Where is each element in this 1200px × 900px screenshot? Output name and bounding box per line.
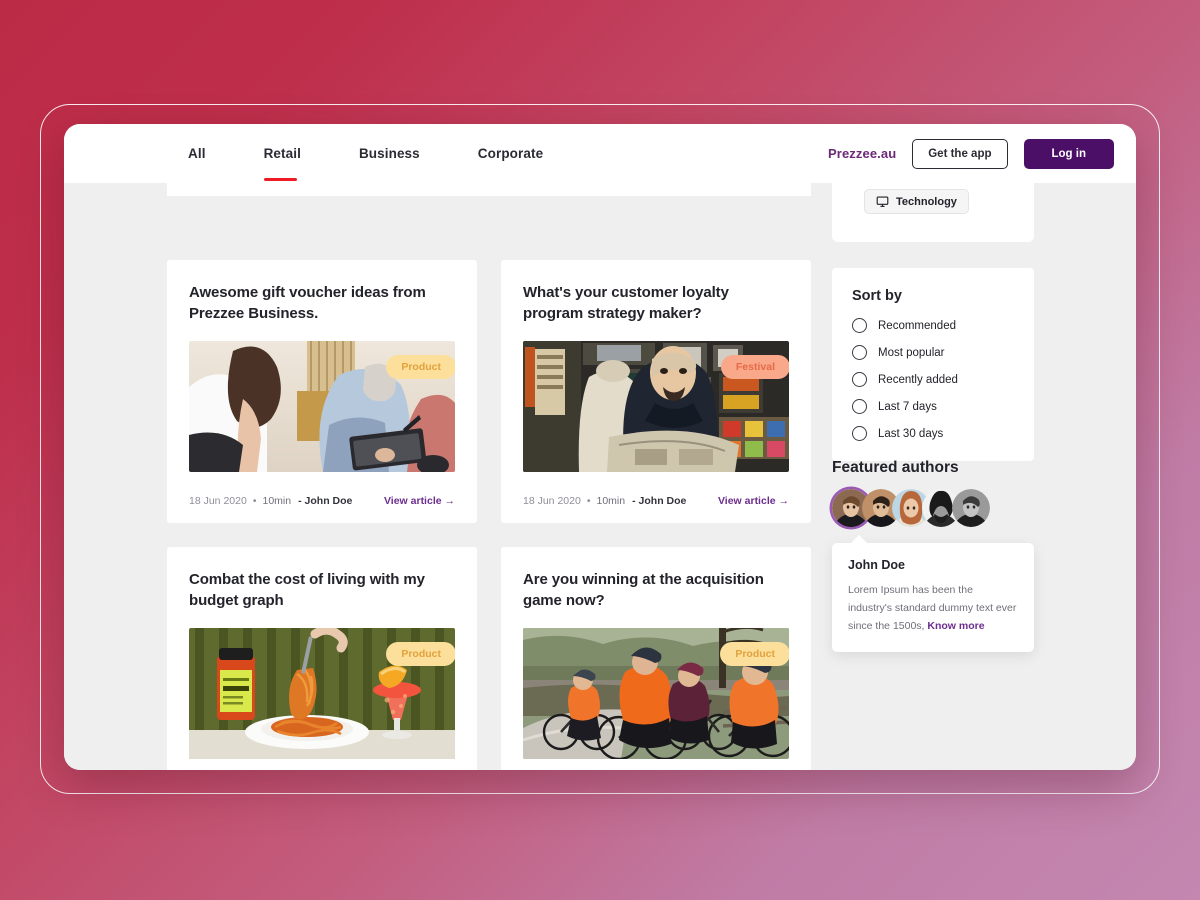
article-date: 18 Jun 2020	[523, 495, 581, 507]
nav-tab-business[interactable]: Business	[359, 146, 448, 161]
sort-option-label: Most popular	[878, 346, 945, 359]
article-badge: Product	[386, 355, 455, 379]
top-navbar: All Retail Business Corporate Prezzee.au…	[64, 124, 1136, 183]
featured-authors-title: Featured authors	[832, 459, 959, 476]
know-more-link[interactable]: Know more	[927, 620, 984, 632]
article-title: Awesome gift voucher ideas from Prezzee …	[189, 284, 426, 323]
sort-option-last-30-days[interactable]: Last 30 days	[852, 426, 1034, 441]
article-badge: Festival	[720, 355, 789, 379]
radio-icon[interactable]	[852, 372, 867, 387]
avatar-image	[952, 489, 990, 527]
article-author: - John Doe	[298, 495, 353, 507]
nav-tab-all[interactable]: All	[188, 146, 234, 161]
nav-tab-corporate[interactable]: Corporate	[478, 146, 571, 161]
article-title: What's your customer loyalty program str…	[523, 284, 729, 323]
filter-chip-technology[interactable]: Technology	[864, 189, 969, 214]
nav-tab-list: All Retail Business Corporate	[188, 146, 571, 182]
radio-icon[interactable]	[852, 426, 867, 441]
article-meta: 18 Jun 2020 • 10min - John Doe View arti…	[523, 495, 789, 523]
article-title: Combat the cost of living with my budget…	[189, 571, 425, 610]
nav-tab-retail[interactable]: Retail	[263, 146, 329, 182]
article-card[interactable]: What's your customer loyalty program str…	[501, 260, 811, 523]
log-in-button[interactable]: Log in	[1023, 138, 1114, 169]
sort-by-panel: Sort by Recommended Most popular Recentl…	[832, 268, 1034, 461]
article-card[interactable]: Combat the cost of living with my budget…	[167, 547, 477, 770]
meta-separator-dot: •	[252, 495, 257, 507]
scrolled-card-edge	[167, 183, 811, 196]
author-tooltip-name: John Doe	[848, 558, 905, 572]
article-badge: Product	[386, 642, 455, 666]
article-thumbnail: Product	[189, 628, 455, 759]
article-duration: 10min	[596, 495, 626, 507]
radio-icon[interactable]	[852, 345, 867, 360]
author-avatar-list	[832, 489, 1034, 527]
article-thumbnail: Product	[523, 628, 789, 759]
article-badge: Product	[720, 642, 789, 666]
article-grid: Awesome gift voucher ideas from Prezzee …	[167, 260, 811, 770]
active-filters-panel: Technology	[832, 183, 1034, 242]
author-tooltip: John Doe Lorem Ipsum has been the indust…	[832, 534, 1034, 653]
sort-option-recently-added[interactable]: Recently added	[852, 372, 1034, 387]
article-card[interactable]: Are you winning at the acquisition game …	[501, 547, 811, 770]
article-meta: 18 Jun 2020 • 10min - John Doe View arti…	[189, 495, 455, 523]
sort-option-label: Last 7 days	[878, 400, 937, 413]
sort-by-title: Sort by	[852, 288, 902, 304]
author-tooltip-body: Lorem Ipsum has been the industry's stan…	[848, 581, 1018, 635]
meta-separator-dot: •	[586, 495, 591, 507]
avatar[interactable]	[952, 489, 990, 527]
sort-option-recommended[interactable]: Recommended	[852, 318, 1034, 333]
filter-chip-label: Technology	[896, 195, 957, 208]
view-article-link[interactable]: View article →	[384, 495, 455, 507]
get-the-app-button[interactable]: Get the app	[912, 138, 1008, 169]
article-author: - John Doe	[632, 495, 687, 507]
article-thumbnail: Festival	[523, 341, 789, 472]
monitor-icon	[876, 195, 889, 208]
radio-icon[interactable]	[852, 399, 867, 414]
sort-option-label: Last 30 days	[878, 427, 944, 440]
article-thumbnail: Product	[189, 341, 455, 472]
sort-option-label: Recently added	[878, 373, 958, 386]
article-duration: 10min	[262, 495, 292, 507]
sort-option-last-7-days[interactable]: Last 7 days	[852, 399, 1034, 414]
radio-icon[interactable]	[852, 318, 867, 333]
browser-window: All Retail Business Corporate Prezzee.au…	[64, 124, 1136, 770]
sort-option-most-popular[interactable]: Most popular	[852, 345, 1034, 360]
article-date: 18 Jun 2020	[189, 495, 247, 507]
article-title: Are you winning at the acquisition game …	[523, 571, 764, 610]
view-article-link[interactable]: View article →	[718, 495, 789, 507]
navbar-actions: Prezzee.au Get the app Log in	[828, 138, 1114, 169]
page-content: Awesome gift voucher ideas from Prezzee …	[64, 183, 1136, 770]
brand-logo-text[interactable]: Prezzee.au	[828, 146, 896, 161]
sort-option-label: Recommended	[878, 319, 956, 332]
article-card[interactable]: Awesome gift voucher ideas from Prezzee …	[167, 260, 477, 523]
featured-authors-section: Featured authors John Doe Lorem Ipsum ha…	[832, 459, 1034, 653]
